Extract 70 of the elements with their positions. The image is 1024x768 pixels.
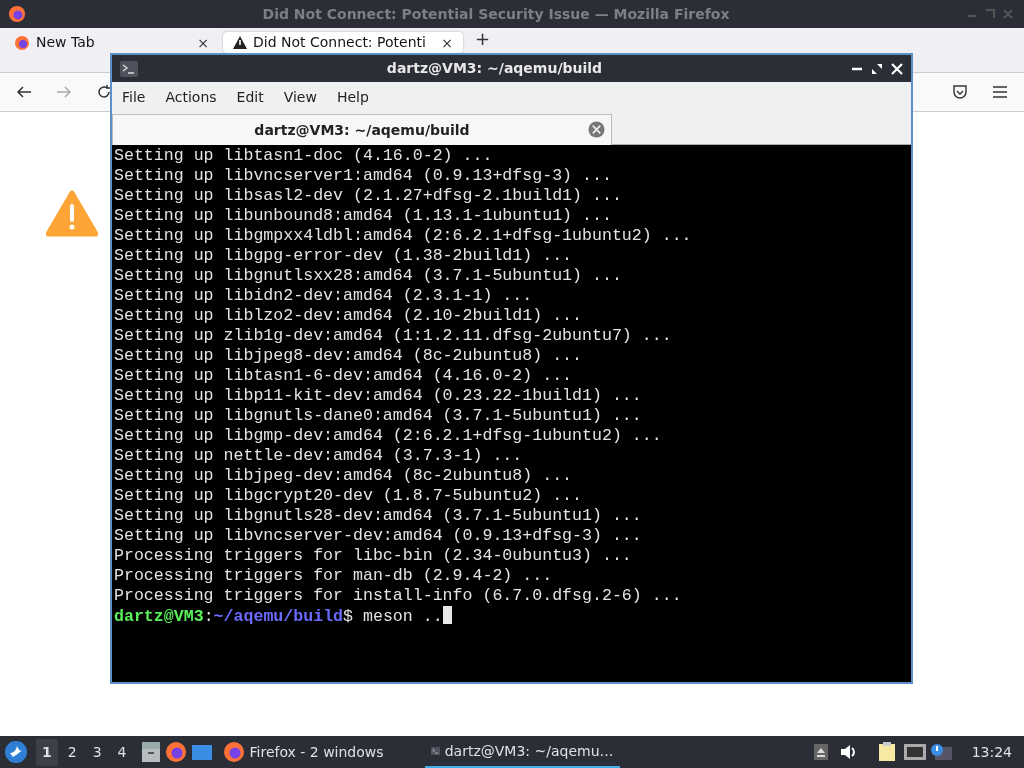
browser-tab[interactable]: Did Not Connect: Potenti × [223, 32, 463, 53]
close-icon[interactable] [891, 62, 903, 75]
terminal-line: Setting up libgcrypt20-dev (1.8.7-5ubuntu2) ... [114, 486, 583, 506]
terminal-line: Setting up libunbound8:amd64 (1.13.1-1ubuntu1) ... [114, 206, 612, 226]
clipboard-icon[interactable] [877, 742, 896, 762]
clock: 13:24 [971, 742, 1012, 762]
workspace-button[interactable]: 3 [86, 738, 108, 766]
window-title: Did Not Connect: Potential Security Issue — Mozilla Firefox [261, 4, 731, 24]
menu-item[interactable]: Help [326, 86, 379, 108]
firefox-icon [222, 741, 245, 763]
reload-icon[interactable] [96, 84, 112, 100]
terminal-line: Processing triggers for install-info (6.7.0.dfsg.2-6) ... [114, 586, 682, 606]
close-tab-icon[interactable] [588, 121, 605, 138]
back-icon[interactable] [16, 84, 32, 100]
menu-icon[interactable] [992, 85, 1008, 99]
taskbar-task[interactable]: Firefox - 2 windows [216, 736, 413, 768]
taskbar-task[interactable]: dartz@VM3: ~/aqemu… [424, 736, 620, 768]
start-menu-icon[interactable] [4, 740, 28, 764]
terminal-line: Processing triggers for man-db (2.9.4-2) ... [114, 566, 553, 586]
workspace-button[interactable]: 1 [36, 738, 58, 766]
terminal-line: Setting up libtasn1-doc (4.16.0-2) ... [114, 146, 493, 166]
menu-item[interactable]: Actions [155, 86, 227, 108]
terminal-line: Setting up libgnutlsxx28:amd64 (3.7.1-5ubuntu1) ... [114, 266, 622, 286]
terminal-line: Setting up libgpg-error-dev (1.38-2build1) ... [114, 246, 573, 266]
warning-icon [233, 36, 247, 49]
workspace-button[interactable]: 2 [61, 738, 83, 766]
terminal-line: Setting up libgmp-dev:amd64 (2:6.2.1+dfsg-1ubuntu2) ... [114, 426, 662, 446]
terminal-line: Processing triggers for libc-bin (2.34-0ubuntu3) ... [114, 546, 632, 566]
firefox-icon[interactable] [164, 741, 187, 763]
pocket-icon[interactable] [952, 84, 968, 100]
text-cursor [442, 606, 452, 624]
new-tab-button[interactable]: + [475, 30, 491, 48]
menu-item[interactable]: View [273, 86, 327, 108]
maximize-icon[interactable] [871, 62, 883, 75]
notification-icon[interactable] [929, 743, 952, 761]
workspace-button[interactable]: 4 [111, 738, 133, 766]
terminal-line: Setting up libidn2-dev:amd64 (2.3.1-1) ... [114, 286, 533, 306]
eject-icon[interactable] [813, 744, 828, 760]
terminal-line: Setting up liblzo2-dev:amd64 (2.10-2build1) ... [114, 306, 583, 326]
tab-title: Did Not Connect: Potenti [253, 33, 427, 52]
terminal-line: Setting up libvncserver1:amd64 (0.9.13+dfsg-3) ... [114, 166, 612, 186]
terminal-line: Setting up zlib1g-dev:amd64 (1:1.2.11.dfsg-2ubuntu7) ... [114, 326, 672, 346]
close-tab-button[interactable]: × [441, 35, 453, 50]
browser-tab[interactable]: New Tab × [4, 32, 219, 53]
desktop-icon[interactable] [190, 742, 213, 762]
terminal-line: Setting up libjpeg8-dev:amd64 (8c-2ubuntu8) ... [114, 346, 583, 366]
terminal-line: Setting up nettle-dev:amd64 (3.7.3-1) ... [114, 446, 523, 466]
terminal-line: Setting up libvncserver-dev:amd64 (0.9.13+dfsg-3) ... [114, 526, 642, 546]
network-icon[interactable] [903, 744, 926, 760]
terminal-line: Setting up libgmpxx4ldbl:amd64 (2:6.2.1+dfsg-1ubuntu2) ... [114, 226, 692, 246]
warning-icon [46, 190, 98, 238]
terminal-tab[interactable]: dartz@VM3: ~/aqemu/build [112, 114, 612, 145]
firefox-icon [8, 5, 26, 23]
terminal-line: Setting up libsasl2-dev (2.1.27+dfsg-2.1build1) ... [114, 186, 622, 206]
terminal-line: Setting up libp11-kit-dev:amd64 (0.23.22-1build1) ... [114, 386, 642, 406]
close-tab-button[interactable]: × [197, 35, 209, 50]
terminal-icon [120, 60, 138, 77]
terminal-line: Setting up libjpeg-dev:amd64 (8c-2ubuntu8) ... [114, 466, 573, 486]
window-title: dartz@VM3: ~/aqemu/build [385, 59, 604, 78]
file-cabinet-icon[interactable] [140, 741, 161, 763]
terminal-line: Setting up libgnutls28-dev:amd64 (3.7.1-5ubuntu1) ... [114, 506, 642, 526]
firefox-icon [14, 34, 30, 51]
prompt-line: dartz@VM3:~/aqemu/build$ meson .. [114, 606, 452, 627]
tab-title: New Tab [36, 33, 96, 52]
menu-item[interactable]: Edit [226, 86, 274, 108]
menu-item[interactable]: File [112, 86, 156, 108]
window-controls-icon [966, 8, 1016, 20]
terminal-line: Setting up libgnutls-dane0:amd64 (3.7.1-5ubuntu1) ... [114, 406, 642, 426]
terminal-line: Setting up libtasn1-6-dev:amd64 (4.16.0-2) ... [114, 366, 573, 386]
volume-icon[interactable] [839, 744, 858, 760]
